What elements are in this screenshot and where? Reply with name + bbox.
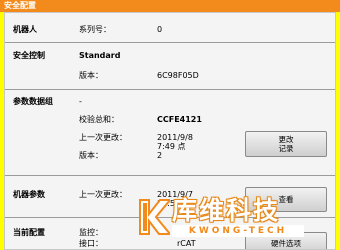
serial-number-label: 系列号： [79, 25, 111, 34]
kwong-tech-watermark: 库维科技 KWONG-TECH [136, 196, 306, 240]
kwong-tech-logo-icon [139, 199, 170, 235]
robot-label: 机器人 [13, 25, 37, 34]
change-log-button[interactable]: 更改 记录 [245, 131, 327, 157]
watermark-cn-text: 库维科技 [172, 196, 281, 225]
param-last-change-label: 上一次更改： [79, 133, 127, 142]
checksum-label: 校验总和： [79, 115, 119, 124]
window-titlebar: 安全配置 [0, 0, 340, 12]
change-log-button-line2: 记录 [278, 144, 294, 153]
checksum-value: CCFE4121 [157, 115, 202, 124]
safety-version-value: 6C98F05D [157, 71, 199, 80]
window-title: 安全配置 [4, 1, 36, 10]
param-group-label: 参数数据组 [13, 97, 53, 106]
safety-control-section: 安全控制 Standard 版本： 6C98F05D [5, 43, 335, 90]
param-version-value: 2 [157, 151, 163, 160]
interface-label: 接口： [79, 239, 103, 248]
robot-params-last-change-label: 上一次更改： [79, 190, 127, 199]
safety-version-label: 版本： [79, 71, 103, 80]
safety-control-label: 安全控制 [13, 51, 45, 60]
param-group-dash: - [79, 97, 82, 106]
watermark-en-text: KWONG-TECH [172, 225, 304, 237]
param-version-label: 版本： [79, 151, 103, 160]
serial-number-value: 0 [157, 25, 163, 34]
interface-value: rCAT [177, 239, 196, 248]
robot-params-label: 机器参数 [13, 190, 45, 199]
robot-section: 机器人 系列号： 0 [5, 13, 335, 43]
safety-config-window: 安全配置 机器人 系列号： 0 安全控制 Standard 版本： 6C98F0… [0, 0, 340, 250]
param-group-section: 参数数据组 - 校验总和： CCFE4121 上一次更改： 2011/9/8 7… [5, 90, 335, 176]
safety-control-value: Standard [79, 51, 121, 60]
current-config-label: 当前配置 [13, 228, 45, 237]
change-log-button-line1: 更改 [278, 135, 294, 144]
monitor-label: 监控： [79, 228, 103, 237]
